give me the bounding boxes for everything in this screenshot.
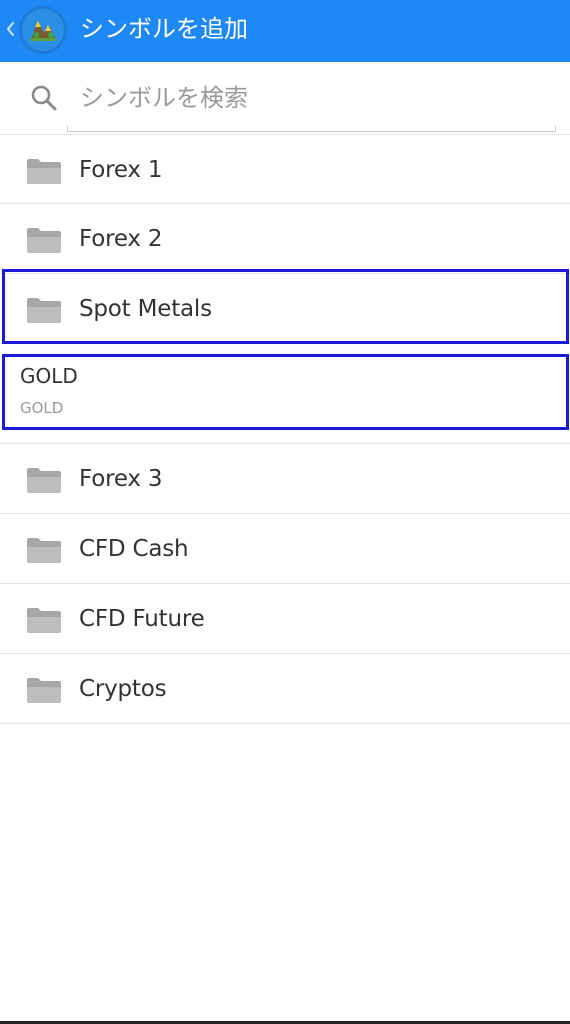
group-item-cfd-cash[interactable]: CFD Cash [0,514,570,584]
folder-icon [27,538,61,563]
search-underline [67,126,556,132]
group-item-forex-3[interactable]: Forex 3 [0,444,570,514]
metatrader-logo-icon[interactable] [18,5,68,55]
group-label: Cryptos [79,676,167,702]
search-bar [0,62,570,134]
group-item-forex-1[interactable]: Forex 1 [0,134,570,204]
app-bar: シンボルを追加 [0,0,570,62]
group-item-cryptos[interactable]: Cryptos [0,654,570,724]
group-item-spot-metals[interactable]: Spot Metals [0,274,570,344]
chevron-left-icon[interactable] [4,14,16,44]
symbol-name: GOLD [20,364,78,388]
group-label: Forex 1 [79,157,163,183]
group-label: CFD Cash [79,536,189,562]
group-item-forex-2[interactable]: Forex 2 [0,204,570,274]
folder-icon [27,298,61,323]
search-icon [31,85,57,111]
group-item-cfd-future[interactable]: CFD Future [0,584,570,654]
group-label: Forex 2 [79,226,163,252]
folder-icon [27,468,61,493]
symbol-item-gold[interactable]: GOLD GOLD [0,344,570,430]
folder-icon [27,608,61,633]
group-label: Spot Metals [79,296,212,322]
search-input[interactable] [80,80,540,116]
symbol-description: GOLD [20,399,64,417]
folder-icon [27,228,61,253]
group-label: CFD Future [79,606,205,632]
folder-icon [27,678,61,703]
page-title: シンボルを追加 [80,15,248,43]
folder-icon [27,159,61,184]
group-label: Forex 3 [79,466,163,492]
